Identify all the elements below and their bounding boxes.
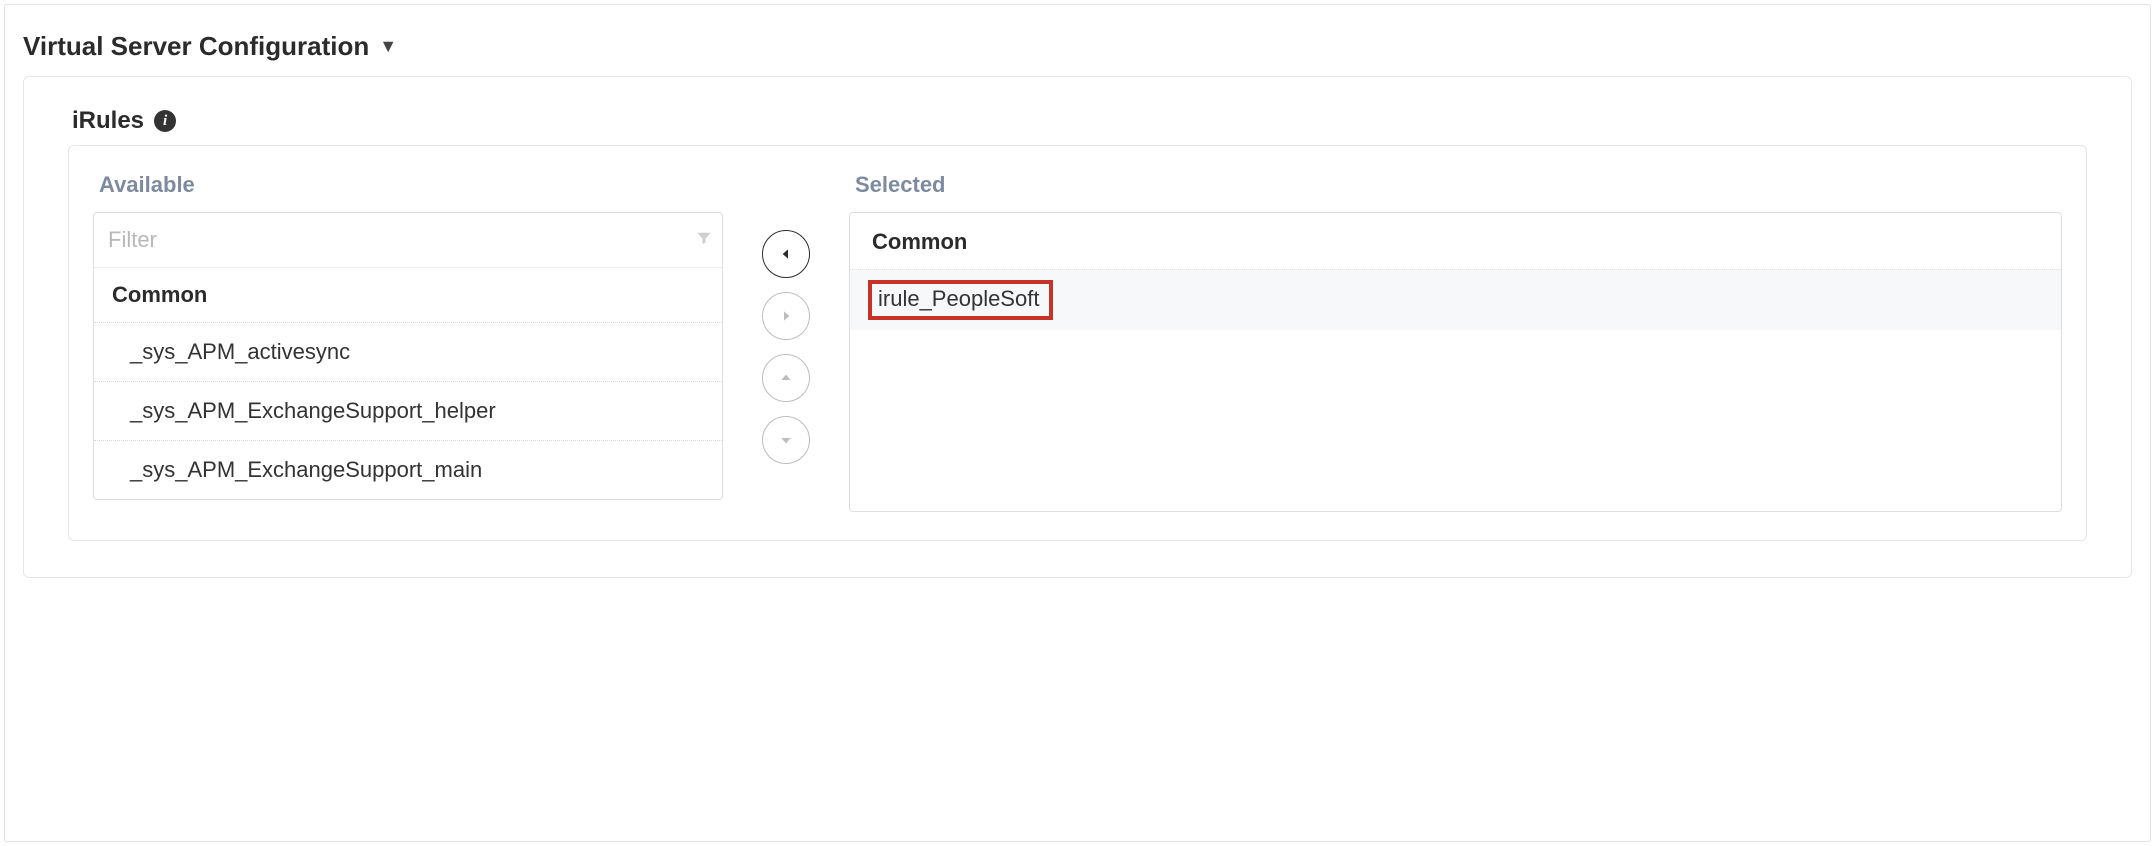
filter-row: [94, 213, 722, 268]
filter-input[interactable]: [94, 213, 686, 267]
selected-group-header: Common: [850, 213, 2061, 269]
selected-label: Selected: [855, 172, 2062, 198]
config-panel: Virtual Server Configuration ▼ iRules i …: [4, 4, 2151, 842]
move-up-button[interactable]: [762, 354, 810, 402]
move-down-button[interactable]: [762, 416, 810, 464]
move-right-button[interactable]: [762, 292, 810, 340]
selected-column: Selected Common irule_PeopleSoft: [849, 166, 2062, 512]
caret-down-icon: ▼: [379, 36, 397, 57]
move-left-button[interactable]: [762, 230, 810, 278]
selected-item[interactable]: irule_PeopleSoft: [850, 269, 2061, 330]
selected-listbox: Common irule_PeopleSoft: [849, 212, 2062, 512]
section-body: iRules i Available Common _sys_APM_activ…: [23, 76, 2132, 578]
filter-icon[interactable]: [686, 229, 722, 252]
section-toggle[interactable]: Virtual Server Configuration ▼: [23, 31, 2132, 62]
irules-label: iRules: [72, 107, 144, 135]
section-title: Virtual Server Configuration: [23, 31, 369, 62]
selected-item-highlight: irule_PeopleSoft: [868, 280, 1053, 320]
available-item[interactable]: _sys_APM_activesync: [94, 322, 722, 381]
available-label: Available: [99, 172, 723, 198]
irules-heading: iRules i: [72, 107, 2087, 135]
available-group-header: Common: [94, 268, 722, 322]
selected-item-label: irule_PeopleSoft: [878, 286, 1039, 311]
available-listbox: Common _sys_APM_activesync _sys_APM_Exch…: [93, 212, 723, 500]
dual-list: Available Common _sys_APM_activesync _sy…: [68, 145, 2087, 541]
available-item[interactable]: _sys_APM_ExchangeSupport_helper: [94, 381, 722, 440]
available-column: Available Common _sys_APM_activesync _sy…: [93, 166, 723, 512]
mover-controls: [743, 166, 829, 512]
available-item[interactable]: _sys_APM_ExchangeSupport_main: [94, 440, 722, 499]
info-icon[interactable]: i: [154, 110, 176, 132]
